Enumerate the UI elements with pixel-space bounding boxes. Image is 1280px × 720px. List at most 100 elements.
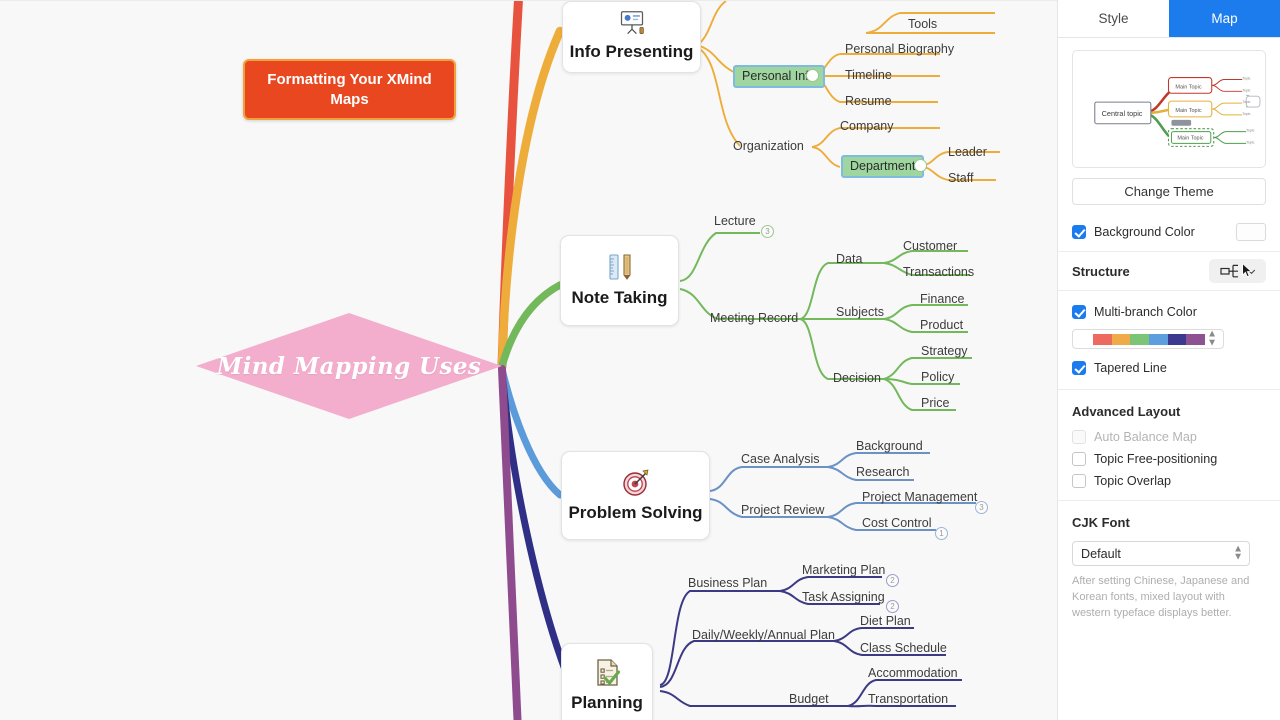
subtopic-subjects[interactable]: Subjects: [836, 305, 884, 319]
subtopic-customer[interactable]: Customer: [903, 239, 957, 253]
tab-map[interactable]: Map: [1169, 0, 1280, 37]
subtopic-business-plan[interactable]: Business Plan: [688, 576, 767, 590]
topic-overlap-checkbox[interactable]: [1072, 474, 1086, 488]
topic-overlap-label: Topic Overlap: [1094, 474, 1171, 488]
tapered-line-checkbox[interactable]: [1072, 361, 1086, 375]
subtopic-finance[interactable]: Finance: [920, 292, 964, 306]
cjk-font-title-row: CJK Font: [1058, 507, 1280, 537]
main-topic-note-taking[interactable]: Note Taking: [560, 235, 679, 326]
badge-task-assigning[interactable]: 2: [886, 600, 899, 613]
topic-free-positioning-row[interactable]: Topic Free-positioning: [1058, 448, 1280, 470]
collapse-handle[interactable]: [806, 69, 819, 82]
panel-tabs: Style Map: [1058, 0, 1280, 38]
cjk-font-select[interactable]: Default ▲ ▼: [1072, 541, 1250, 566]
subtopic-decision[interactable]: Decision: [833, 371, 881, 385]
subtopic-meeting-record[interactable]: Meeting Record: [710, 311, 798, 325]
theme-preview[interactable]: Central topic Main Topic Main Topic Main…: [1072, 50, 1266, 168]
subtopic-resume[interactable]: Resume: [845, 94, 892, 108]
topic-free-positioning-checkbox[interactable]: [1072, 452, 1086, 466]
ruler-pencil-icon: [608, 253, 631, 280]
subtopic-task-assigning[interactable]: Task Assigning: [802, 590, 885, 604]
subtopic-project-management[interactable]: Project Management: [862, 490, 977, 504]
subtopic-lecture[interactable]: Lecture: [714, 214, 756, 228]
stepper-icon[interactable]: ▲ ▼: [1233, 544, 1243, 563]
subtopic-cost-control[interactable]: Cost Control: [862, 516, 931, 530]
theme-preview-central-label: Central topic: [1102, 109, 1143, 118]
subtopic-data[interactable]: Data: [836, 252, 862, 266]
multi-branch-color-checkbox[interactable]: [1072, 305, 1086, 319]
subtopic-daily-weekly-annual-plan[interactable]: Daily/Weekly/Annual Plan: [692, 628, 835, 642]
divider: [1058, 500, 1280, 501]
badge-cost-control[interactable]: 1: [935, 527, 948, 540]
structure-dropdown-button[interactable]: [1209, 259, 1266, 283]
subtopic-diet-plan[interactable]: Diet Plan: [860, 614, 911, 628]
badge-lecture[interactable]: 3: [761, 225, 774, 238]
central-topic-label: Mind Mapping Uses: [216, 352, 482, 380]
subtopic-strategy[interactable]: Strategy: [921, 344, 968, 358]
main-topic-label: Note Taking: [571, 287, 668, 307]
subtopic-timeline[interactable]: Timeline: [845, 68, 892, 82]
subtopic-case-analysis[interactable]: Case Analysis: [741, 452, 820, 466]
subtopic-background[interactable]: Background: [856, 439, 923, 453]
cjk-font-title: CJK Font: [1072, 514, 1130, 530]
tab-style[interactable]: Style: [1058, 0, 1169, 37]
subtopic-company[interactable]: Company: [840, 119, 894, 133]
mindmap-canvas[interactable]: Formatting Your XMind Maps Mind Mapping …: [0, 0, 1057, 720]
cjk-font-value: Default: [1081, 546, 1121, 561]
svg-text:Main Topic: Main Topic: [1177, 135, 1203, 141]
cjk-font-hint: After setting Chinese, Japanese and Kore…: [1072, 575, 1250, 619]
stepper-icon[interactable]: ▲ ▼: [1207, 329, 1217, 348]
subtopic-organization[interactable]: Organization: [733, 139, 804, 153]
subtopic-price[interactable]: Price: [921, 396, 949, 410]
badge-project-management[interactable]: 3: [975, 501, 988, 514]
auto-balance-map-label: Auto Balance Map: [1094, 430, 1197, 444]
auto-balance-map-checkbox: [1072, 430, 1086, 444]
main-topic-problem-solving[interactable]: Problem Solving: [561, 451, 710, 540]
theme-preview-graphic: Central topic Main Topic Main Topic Main…: [1094, 77, 1261, 147]
structure-label: Structure: [1072, 263, 1130, 279]
subtopic-policy[interactable]: Policy: [921, 370, 954, 384]
subtopic-research[interactable]: Research: [856, 465, 910, 479]
subtopic-transactions[interactable]: Transactions: [903, 265, 974, 279]
multi-branch-color-picker[interactable]: ▲ ▼: [1072, 329, 1224, 349]
badge-marketing-plan[interactable]: 2: [886, 574, 899, 587]
subtopic-tools[interactable]: Tools: [908, 17, 937, 31]
svg-text:Topic: Topic: [1246, 129, 1254, 133]
main-topic-info-presenting[interactable]: Info Presenting: [562, 1, 701, 73]
central-topic[interactable]: Mind Mapping Uses: [196, 313, 502, 419]
structure-row[interactable]: Structure: [1058, 252, 1280, 290]
branch-color-strip: [1093, 333, 1206, 345]
main-topic-planning[interactable]: Planning: [561, 643, 653, 720]
topic-overlap-row[interactable]: Topic Overlap: [1058, 470, 1280, 492]
mindmap-connectors: [497, 1, 1000, 720]
subtopic-department[interactable]: Department: [841, 155, 925, 178]
svg-text:Topic: Topic: [1242, 100, 1250, 104]
subtopic-accommodation[interactable]: Accommodation: [868, 666, 958, 680]
subtopic-leader[interactable]: Leader: [948, 145, 987, 159]
subtopic-personal-biography[interactable]: Personal Biography: [845, 42, 954, 56]
multi-branch-color-row[interactable]: Multi-branch Color: [1058, 297, 1280, 327]
divider: [1058, 290, 1280, 291]
collapse-handle[interactable]: [914, 159, 927, 172]
change-theme-button[interactable]: Change Theme: [1072, 178, 1266, 205]
background-color-checkbox[interactable]: [1072, 225, 1086, 239]
main-topic-label: Info Presenting: [569, 42, 694, 61]
subtopic-product[interactable]: Product: [920, 318, 963, 332]
subtopic-budget[interactable]: Budget: [789, 692, 829, 706]
topic-free-positioning-label: Topic Free-positioning: [1094, 452, 1218, 466]
sticker-note[interactable]: Formatting Your XMind Maps: [243, 59, 456, 120]
background-color-row[interactable]: Background Color: [1058, 213, 1280, 251]
subtopic-staff[interactable]: Staff: [948, 171, 973, 185]
tapered-line-row[interactable]: Tapered Line: [1058, 353, 1280, 383]
subtopic-project-review[interactable]: Project Review: [741, 503, 824, 517]
svg-text:Main Topic: Main Topic: [1175, 84, 1201, 90]
structure-org-chart-icon: [1219, 264, 1238, 278]
tapered-line-label: Tapered Line: [1094, 361, 1167, 375]
subtopic-transportation[interactable]: Transportation: [868, 692, 948, 706]
mouse-cursor-icon: [1242, 263, 1253, 278]
background-color-label: Background Color: [1094, 225, 1195, 239]
background-color-swatch[interactable]: [1236, 223, 1266, 241]
presentation-board-icon: [620, 11, 644, 35]
subtopic-class-schedule[interactable]: Class Schedule: [860, 641, 947, 655]
subtopic-marketing-plan[interactable]: Marketing Plan: [802, 563, 885, 577]
